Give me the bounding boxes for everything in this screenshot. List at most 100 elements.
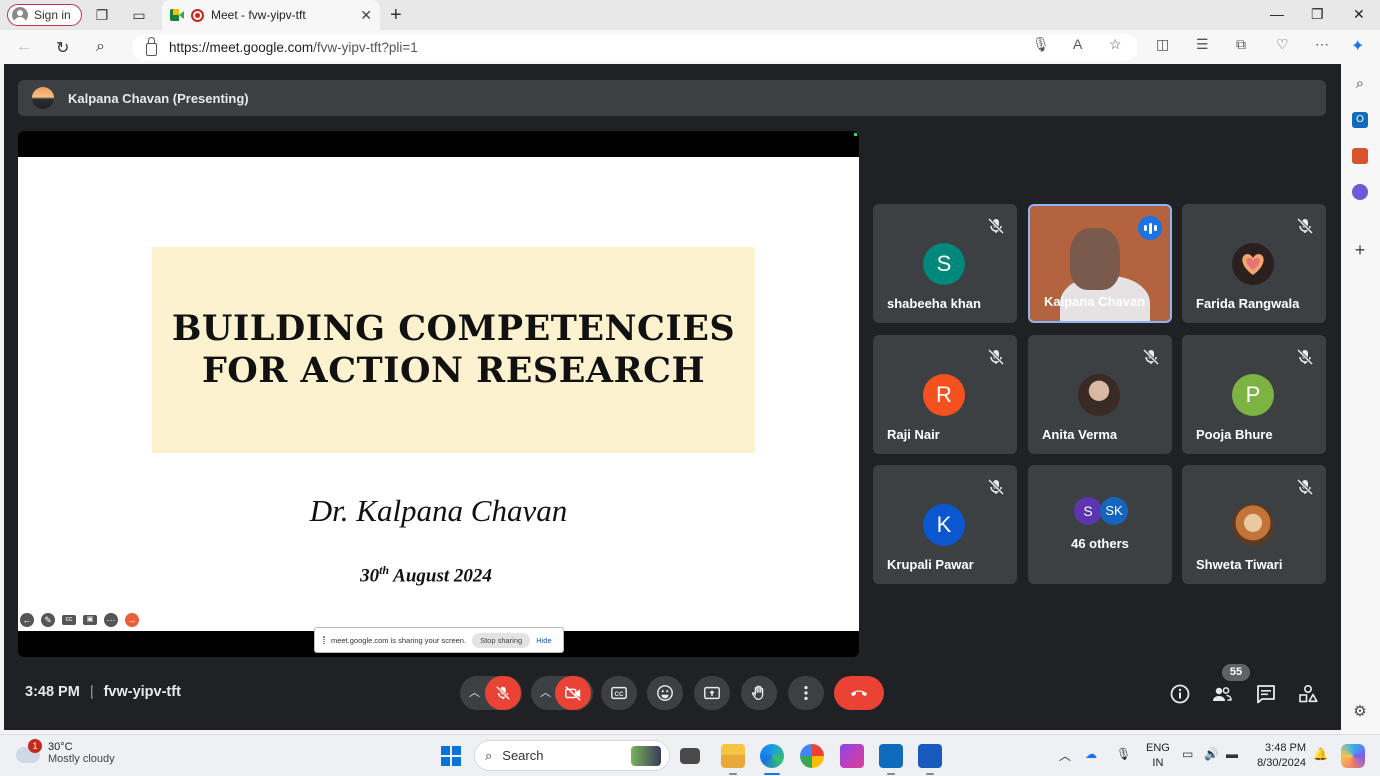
start-button[interactable] — [441, 746, 461, 766]
taskbar-search[interactable]: ⌕ Search — [474, 740, 670, 771]
sidebar-settings-icon[interactable]: ⚙ — [1352, 704, 1368, 720]
leave-call-button[interactable] — [834, 676, 884, 710]
system-clock[interactable]: 3:48 PM 8/30/2024 — [1254, 741, 1306, 771]
presentation-slide: BUILDING COMPETENCIES FOR ACTION RESEARC… — [18, 157, 859, 631]
meeting-details-icon[interactable] — [1169, 683, 1191, 705]
close-window-icon[interactable]: ✕ — [1353, 6, 1365, 23]
onedrive-icon[interactable]: ☁ — [1085, 747, 1097, 761]
participant-tile[interactable]: Farida Rangwala — [1182, 204, 1326, 323]
tab-meet[interactable]: Meet - fvw-yipv-tft ✕ — [162, 0, 380, 30]
others-avatar: S — [1074, 497, 1102, 525]
active-indicator — [764, 773, 780, 775]
url-text: https://meet.google.com/fvw-yipv-tft?pli… — [169, 40, 418, 55]
file-explorer-icon[interactable] — [721, 744, 745, 768]
add-sidebar-app-icon[interactable]: + — [1352, 241, 1368, 259]
lock-icon[interactable] — [146, 36, 157, 56]
refresh-icon[interactable]: ↻ — [56, 38, 69, 58]
favorites-icon[interactable]: ☰ — [1196, 36, 1209, 53]
tools-icon[interactable] — [1352, 148, 1368, 164]
weather-description: Mostly cloudy — [48, 753, 115, 765]
language-indicator[interactable]: ENG IN — [1146, 741, 1170, 771]
restore-icon[interactable]: ❐ — [1311, 6, 1324, 23]
collections-icon[interactable]: ⧉ — [1236, 36, 1246, 53]
browser-essentials-icon[interactable]: ♡ — [1276, 36, 1289, 53]
avatar: R — [923, 374, 965, 416]
recording-icon — [191, 8, 204, 22]
copilot-taskbar-icon[interactable] — [1341, 744, 1365, 768]
microphone-tray-icon[interactable]: 🎙 — [1116, 747, 1131, 761]
chat-icon[interactable] — [1255, 683, 1277, 705]
video-options-icon[interactable]: ︿ — [540, 684, 551, 700]
volume-icon[interactable]: 🔊 — [1204, 747, 1219, 761]
people-icon[interactable] — [1211, 683, 1233, 705]
chrome-icon[interactable] — [800, 744, 824, 768]
participant-tile[interactable]: S shabeeha khan — [873, 204, 1017, 323]
more-options-button[interactable] — [788, 676, 824, 710]
new-tab-icon[interactable]: + — [390, 4, 402, 27]
outlook-icon[interactable]: O — [1352, 112, 1368, 128]
battery-icon[interactable]: ▬ — [1226, 747, 1238, 761]
present-button[interactable] — [694, 676, 730, 710]
toggle-camera-button[interactable] — [555, 676, 591, 710]
participant-tile[interactable]: P Pooja Bhure — [1182, 335, 1326, 454]
participant-name: Pooja Bhure — [1196, 427, 1273, 442]
avatar: P — [1232, 374, 1274, 416]
word-icon[interactable] — [918, 744, 942, 768]
weather-widget[interactable]: 1 30°C Mostly cloudy — [16, 739, 115, 765]
avatar: K — [923, 504, 965, 546]
participant-name: Shweta Tiwari — [1196, 557, 1283, 572]
hide-button[interactable]: Hide — [536, 636, 551, 645]
participant-tile[interactable]: R Raji Nair — [873, 335, 1017, 454]
more-menu-icon[interactable]: ⋯ — [1315, 36, 1329, 53]
tab-actions-icon[interactable]: ▭ — [131, 7, 147, 23]
mic-off-icon — [987, 478, 1005, 496]
running-indicator — [887, 773, 895, 775]
avatar-heart-image — [1232, 243, 1274, 285]
drag-handle-icon[interactable] — [323, 636, 325, 644]
next-slide-icon[interactable]: → — [125, 613, 139, 627]
captions-icon[interactable]: cc — [62, 615, 76, 625]
app-icon[interactable] — [840, 744, 864, 768]
workspaces-icon[interactable]: ❐ — [94, 7, 110, 23]
sign-in-button[interactable]: Sign in — [7, 4, 82, 26]
search-icon[interactable]: ⌕ — [96, 38, 105, 56]
task-view-icon[interactable] — [680, 748, 700, 764]
more-vert-icon — [804, 685, 808, 701]
read-aloud-icon[interactable]: A — [1073, 36, 1082, 52]
minimize-icon[interactable]: — — [1270, 6, 1284, 22]
activities-icon[interactable] — [1297, 683, 1319, 705]
participant-tile[interactable]: Anita Verma — [1028, 335, 1172, 454]
edge-icon[interactable] — [760, 744, 784, 768]
captions-button[interactable]: CC — [601, 676, 637, 710]
participant-name: Krupali Pawar — [887, 557, 974, 572]
close-tab-icon[interactable]: ✕ — [360, 7, 372, 24]
reactions-button[interactable] — [647, 676, 683, 710]
back-icon[interactable]: ← — [16, 38, 32, 56]
outlook-taskbar-icon[interactable] — [879, 744, 903, 768]
participant-name: Farida Rangwala — [1196, 296, 1300, 311]
others-tile[interactable]: S SK 46 others — [1028, 465, 1172, 584]
participant-tile[interactable]: Shweta Tiwari — [1182, 465, 1326, 584]
participant-tile-speaking[interactable]: Kalpana Chavan — [1028, 204, 1172, 323]
microphone-icon[interactable]: 🎙 — [1032, 36, 1050, 53]
notifications-icon[interactable]: 🔔 — [1313, 747, 1328, 761]
split-screen-icon[interactable]: ◫ — [1156, 36, 1169, 53]
network-icon[interactable]: ▭ — [1182, 747, 1193, 761]
meeting-info: 3:48 PM | fvw-yipv-tft — [25, 684, 181, 700]
stop-sharing-button[interactable]: Stop sharing — [472, 632, 531, 648]
participant-tile[interactable]: K Krupali Pawar — [873, 465, 1017, 584]
audio-options-icon[interactable]: ︿ — [469, 684, 480, 700]
microsoft-365-icon[interactable] — [1352, 184, 1368, 200]
toggle-mic-button[interactable] — [485, 676, 521, 710]
favorite-star-icon[interactable]: ☆ — [1109, 36, 1122, 53]
separator: | — [89, 684, 94, 700]
show-hidden-icons[interactable]: ︿ — [1059, 747, 1071, 764]
copilot-icon[interactable]: ✦ — [1351, 36, 1364, 56]
sidebar-search-icon[interactable]: ⌕ — [1352, 76, 1368, 92]
raise-hand-button[interactable] — [741, 676, 777, 710]
more-options-icon[interactable]: ⋯ — [104, 613, 118, 627]
url-field[interactable]: https://meet.google.com/fvw-yipv-tft?pli… — [132, 34, 1138, 61]
camera-off-icon[interactable]: ▣ — [83, 615, 97, 625]
pen-icon[interactable]: ✎ — [41, 613, 55, 627]
previous-slide-icon[interactable]: ← — [20, 613, 34, 627]
